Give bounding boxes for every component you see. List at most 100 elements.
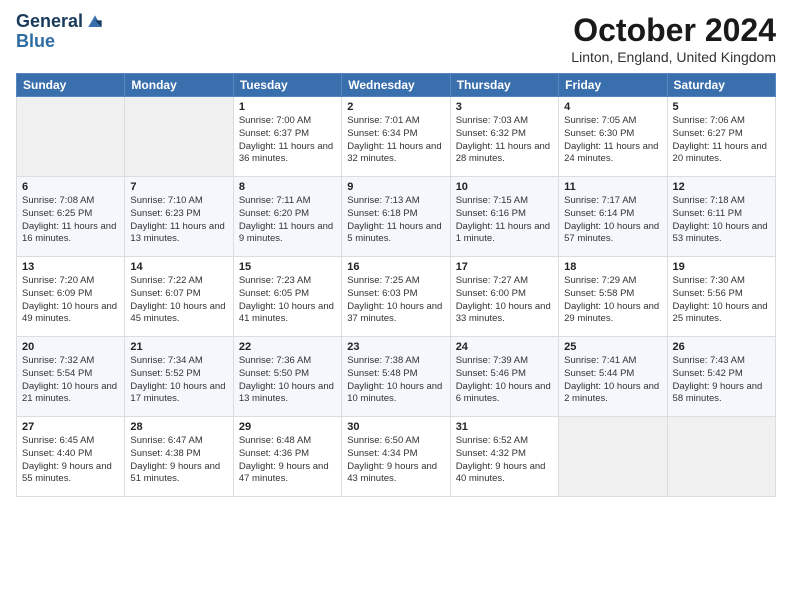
day-number: 25 [564,341,661,353]
calendar-cell [667,417,775,497]
day-number: 9 [347,181,444,193]
day-number: 4 [564,101,661,113]
calendar: SundayMondayTuesdayWednesdayThursdayFrid… [16,73,776,497]
week-row-5: 27 Sunrise: 6:45 AM Sunset: 4:40 PM Dayli… [17,417,776,497]
day-info: Sunrise: 7:17 AM Sunset: 6:14 PM Dayligh… [564,195,661,246]
calendar-cell: 21 Sunrise: 7:34 AM Sunset: 5:52 PM Dayli… [125,337,233,417]
calendar-cell: 7Sunrise: 7:10 AM Sunset: 6:23 PM Daylig… [125,177,233,257]
day-number: 27 [22,421,119,433]
calendar-cell: 10 Sunrise: 7:15 AM Sunset: 6:16 PM Dayli… [450,177,558,257]
day-info: Sunrise: 7:11 AM Sunset: 6:20 PM Dayligh… [239,195,336,246]
logo-general: General [16,12,83,32]
day-info: Sunrise: 6:47 AM Sunset: 4:38 PM Dayligh… [130,435,227,486]
calendar-cell: 9 Sunrise: 7:13 AM Sunset: 6:18 PM Daylig… [342,177,450,257]
calendar-cell: 2Sunrise: 7:01 AM Sunset: 6:34 PM Daylig… [342,97,450,177]
location: Linton, England, United Kingdom [571,49,776,65]
day-number: 14 [130,261,227,273]
day-number: 29 [239,421,336,433]
day-number: 12 [673,181,770,193]
day-info: Sunrise: 7:32 AM Sunset: 5:54 PM Dayligh… [22,355,119,406]
day-info: Sunrise: 7:30 AM Sunset: 5:56 PM Dayligh… [673,275,770,326]
logo-icon [85,12,105,32]
day-number: 13 [22,261,119,273]
day-number: 24 [456,341,553,353]
day-info: Sunrise: 7:03 AM Sunset: 6:32 PM Dayligh… [456,115,553,166]
day-number: 1 [239,101,336,113]
calendar-cell: 5 Sunrise: 7:06 AM Sunset: 6:27 PM Daylig… [667,97,775,177]
month-title: October 2024 [571,12,776,49]
calendar-cell: 17 Sunrise: 7:27 AM Sunset: 6:00 PM Dayli… [450,257,558,337]
weekday-header-saturday: Saturday [667,74,775,97]
weekday-header-friday: Friday [559,74,667,97]
day-info: Sunrise: 7:39 AM Sunset: 5:46 PM Dayligh… [456,355,553,406]
day-info: Sunrise: 7:18 AM Sunset: 6:11 PM Dayligh… [673,195,770,246]
day-info: Sunrise: 7:13 AM Sunset: 6:18 PM Dayligh… [347,195,444,246]
day-info: Sunrise: 7:23 AM Sunset: 6:05 PM Dayligh… [239,275,336,326]
calendar-cell: 23 Sunrise: 7:38 AM Sunset: 5:48 PM Dayli… [342,337,450,417]
day-number: 3 [456,101,553,113]
day-number: 20 [22,341,119,353]
calendar-cell: 24 Sunrise: 7:39 AM Sunset: 5:46 PM Dayli… [450,337,558,417]
calendar-cell: 19Sunrise: 7:30 AM Sunset: 5:56 PM Dayli… [667,257,775,337]
day-info: Sunrise: 7:15 AM Sunset: 6:16 PM Dayligh… [456,195,553,246]
day-info: Sunrise: 7:06 AM Sunset: 6:27 PM Dayligh… [673,115,770,166]
day-info: Sunrise: 7:43 AM Sunset: 5:42 PM Dayligh… [673,355,770,406]
logo: General Blue [16,12,105,52]
week-row-4: 20 Sunrise: 7:32 AM Sunset: 5:54 PM Dayli… [17,337,776,417]
calendar-cell: 6 Sunrise: 7:08 AM Sunset: 6:25 PM Daylig… [17,177,125,257]
calendar-cell [559,417,667,497]
calendar-cell: 20 Sunrise: 7:32 AM Sunset: 5:54 PM Dayli… [17,337,125,417]
day-number: 18 [564,261,661,273]
day-info: Sunrise: 7:38 AM Sunset: 5:48 PM Dayligh… [347,355,444,406]
day-info: Sunrise: 7:25 AM Sunset: 6:03 PM Dayligh… [347,275,444,326]
day-number: 17 [456,261,553,273]
calendar-cell: 28Sunrise: 6:47 AM Sunset: 4:38 PM Dayli… [125,417,233,497]
calendar-cell: 14 Sunrise: 7:22 AM Sunset: 6:07 PM Dayli… [125,257,233,337]
day-info: Sunrise: 6:48 AM Sunset: 4:36 PM Dayligh… [239,435,336,486]
calendar-cell: 27 Sunrise: 6:45 AM Sunset: 4:40 PM Dayli… [17,417,125,497]
calendar-cell: 13 Sunrise: 7:20 AM Sunset: 6:09 PM Dayli… [17,257,125,337]
day-number: 22 [239,341,336,353]
weekday-header-thursday: Thursday [450,74,558,97]
day-number: 21 [130,341,227,353]
week-row-2: 6 Sunrise: 7:08 AM Sunset: 6:25 PM Daylig… [17,177,776,257]
calendar-cell: 22Sunrise: 7:36 AM Sunset: 5:50 PM Dayli… [233,337,341,417]
day-number: 31 [456,421,553,433]
day-number: 15 [239,261,336,273]
day-info: Sunrise: 7:29 AM Sunset: 5:58 PM Dayligh… [564,275,661,326]
day-number: 2 [347,101,444,113]
day-info: Sunrise: 7:27 AM Sunset: 6:00 PM Dayligh… [456,275,553,326]
day-info: Sunrise: 7:00 AM Sunset: 6:37 PM Dayligh… [239,115,336,166]
calendar-cell: 15 Sunrise: 7:23 AM Sunset: 6:05 PM Dayli… [233,257,341,337]
day-number: 7 [130,181,227,193]
day-info: Sunrise: 7:05 AM Sunset: 6:30 PM Dayligh… [564,115,661,166]
weekday-header-tuesday: Tuesday [233,74,341,97]
day-number: 26 [673,341,770,353]
calendar-cell: 25 Sunrise: 7:41 AM Sunset: 5:44 PM Dayli… [559,337,667,417]
calendar-cell: 26 Sunrise: 7:43 AM Sunset: 5:42 PM Dayli… [667,337,775,417]
day-info: Sunrise: 7:41 AM Sunset: 5:44 PM Dayligh… [564,355,661,406]
logo-blue: Blue [16,31,55,51]
calendar-cell: 3 Sunrise: 7:03 AM Sunset: 6:32 PM Daylig… [450,97,558,177]
day-number: 5 [673,101,770,113]
calendar-cell: 11 Sunrise: 7:17 AM Sunset: 6:14 PM Dayli… [559,177,667,257]
day-info: Sunrise: 7:08 AM Sunset: 6:25 PM Dayligh… [22,195,119,246]
calendar-cell: 8 Sunrise: 7:11 AM Sunset: 6:20 PM Daylig… [233,177,341,257]
day-number: 8 [239,181,336,193]
weekday-header-row: SundayMondayTuesdayWednesdayThursdayFrid… [17,74,776,97]
day-number: 16 [347,261,444,273]
day-number: 6 [22,181,119,193]
calendar-cell: 18 Sunrise: 7:29 AM Sunset: 5:58 PM Dayli… [559,257,667,337]
day-info: Sunrise: 7:22 AM Sunset: 6:07 PM Dayligh… [130,275,227,326]
calendar-cell: 31 Sunrise: 6:52 AM Sunset: 4:32 PM Dayli… [450,417,558,497]
day-info: Sunrise: 6:52 AM Sunset: 4:32 PM Dayligh… [456,435,553,486]
day-info: Sunrise: 7:20 AM Sunset: 6:09 PM Dayligh… [22,275,119,326]
calendar-cell [17,97,125,177]
day-number: 10 [456,181,553,193]
day-number: 23 [347,341,444,353]
day-number: 11 [564,181,661,193]
calendar-cell: 12 Sunrise: 7:18 AM Sunset: 6:11 PM Dayli… [667,177,775,257]
day-info: Sunrise: 7:34 AM Sunset: 5:52 PM Dayligh… [130,355,227,406]
week-row-3: 13 Sunrise: 7:20 AM Sunset: 6:09 PM Dayli… [17,257,776,337]
day-info: Sunrise: 6:45 AM Sunset: 4:40 PM Dayligh… [22,435,119,486]
